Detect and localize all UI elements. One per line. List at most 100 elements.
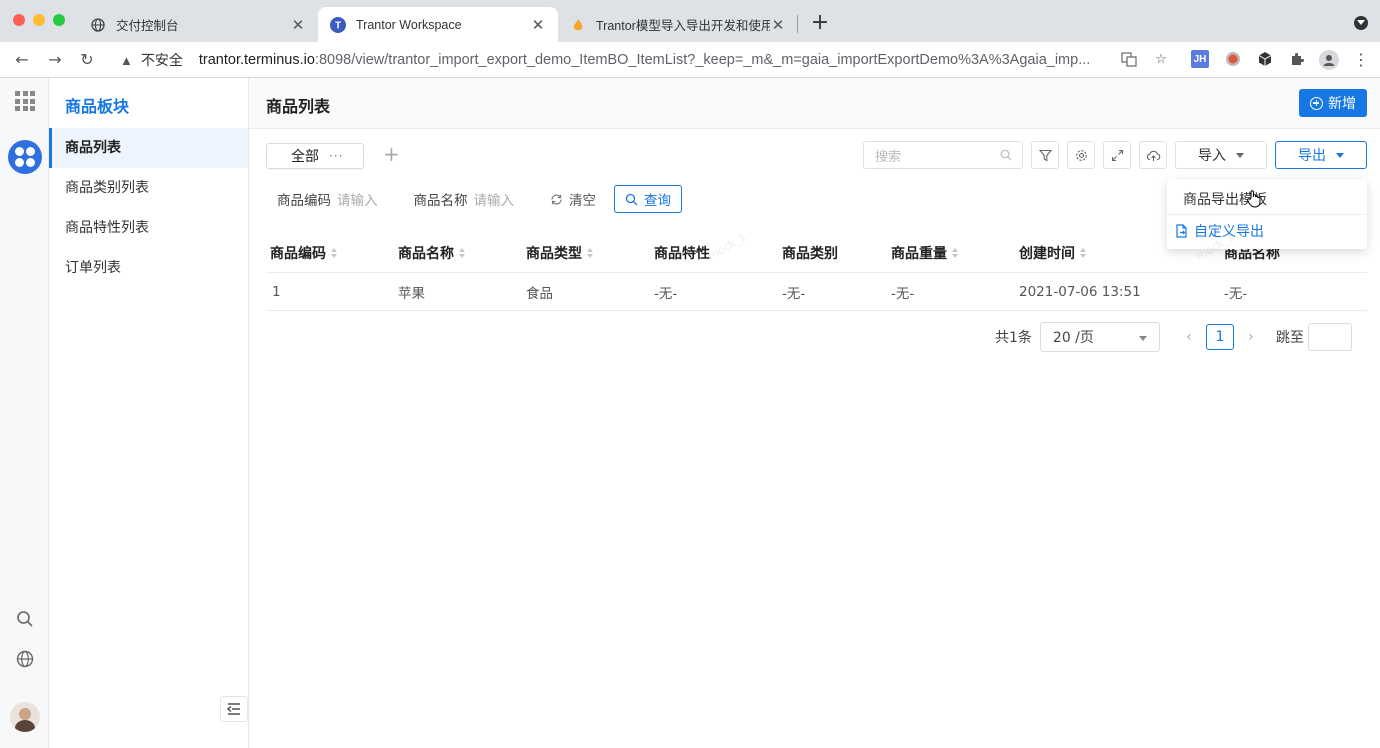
next-page-icon[interactable]: › xyxy=(1240,329,1262,345)
page-title: 商品列表 xyxy=(266,97,331,116)
prev-page-icon[interactable]: ‹ xyxy=(1178,329,1200,345)
table-row[interactable]: 1 苹果 食品 -无- -无- -无- 2021-07-06 13:51 -无- xyxy=(266,273,1367,311)
main-content: 商品列表 新增 全部 ··· + 搜索 导入 导出 商品编码 请输入 商品名称 … xyxy=(249,78,1380,748)
sidebar-item-order-list[interactable]: 订单列表 xyxy=(49,248,248,288)
caret-down-icon xyxy=(1236,152,1244,158)
plus-circle-icon xyxy=(1310,96,1323,110)
url-path: :8098/view/trantor_import_export_demo_It… xyxy=(314,52,1091,68)
browser-toolbar: ← → ↻ ▲ 不安全 trantor.terminus.io :8098/vi… xyxy=(0,42,1380,78)
tab-separator xyxy=(797,15,798,33)
settings-button[interactable] xyxy=(1067,141,1095,169)
new-button[interactable]: 新增 xyxy=(1299,89,1367,117)
search-icon xyxy=(625,193,638,205)
translate-icon[interactable] xyxy=(1120,50,1138,68)
forward-icon[interactable]: → xyxy=(45,50,65,70)
cell-weight: -无- xyxy=(891,285,915,302)
column-header-created-time[interactable]: 创建时间 xyxy=(1019,233,1086,272)
fullscreen-button[interactable] xyxy=(1103,141,1131,169)
collapse-sidebar-button[interactable] xyxy=(220,696,248,722)
more-icon[interactable]: ··· xyxy=(329,149,343,163)
page-number-current[interactable]: 1 xyxy=(1205,324,1234,350)
url-host: trantor.terminus.io xyxy=(198,52,315,68)
filter-code-input[interactable]: 请输入 xyxy=(337,189,378,209)
puzzle-extensions-icon[interactable] xyxy=(1288,50,1306,68)
cell-name: 苹果 xyxy=(398,285,425,302)
pagination: 共1条 20 /页 ‹ 1 › 跳至 xyxy=(995,322,1352,352)
sidebar-menu: 商品列表 商品类别列表 商品特性列表 订单列表 xyxy=(49,128,248,288)
maximize-window-button[interactable] xyxy=(53,14,65,26)
export-button[interactable]: 导出 xyxy=(1275,141,1367,169)
browser-menu-icon[interactable]: ⋮ xyxy=(1352,50,1370,69)
cell-name-2: -无- xyxy=(1224,285,1248,302)
cloud-icon xyxy=(1146,150,1160,161)
cell-feature: -无- xyxy=(654,285,678,302)
bookmark-star-icon[interactable]: ☆ xyxy=(1152,50,1170,68)
minimize-window-button[interactable] xyxy=(33,14,45,26)
sidebar-item-product-category-list[interactable]: 商品类别列表 xyxy=(49,168,248,208)
caret-down-icon xyxy=(1138,336,1147,341)
browser-tab-delivery-console[interactable]: 交付控制台 ✕ xyxy=(78,7,318,42)
record-extension-icon[interactable] xyxy=(1224,50,1242,68)
jump-label: 跳至 xyxy=(1275,330,1304,346)
sidebar-item-product-list[interactable]: 商品列表 xyxy=(49,128,248,168)
column-header-type[interactable]: 商品类型 xyxy=(526,233,593,272)
address-bar[interactable]: ▲ 不安全 trantor.terminus.io :8098/view/tra… xyxy=(112,46,1112,74)
browser-tab-trantor-workspace[interactable]: T Trantor Workspace ✕ xyxy=(318,7,558,42)
app-grid-icon[interactable] xyxy=(15,91,35,111)
filter-name-input[interactable]: 请输入 xyxy=(474,189,515,209)
import-button[interactable]: 导入 xyxy=(1175,141,1267,169)
column-header-weight[interactable]: 商品重量 xyxy=(891,233,958,272)
search-icon[interactable] xyxy=(16,610,34,628)
export-template-menu-item[interactable]: 商品导出模板 xyxy=(1167,182,1367,215)
close-tab-icon[interactable]: ✕ xyxy=(770,16,786,34)
trantor-icon: T xyxy=(330,16,346,33)
jump-page-input[interactable] xyxy=(1307,323,1352,351)
filter-icon xyxy=(1038,149,1052,161)
clear-button[interactable]: 清空 xyxy=(550,189,596,209)
export-file-icon xyxy=(1176,224,1187,238)
tab-title: Trantor模型导入导出开发和使用 xyxy=(596,19,770,33)
left-rail xyxy=(0,78,49,748)
export-dropdown-menu: 商品导出模板 自定义导出 xyxy=(1167,179,1367,249)
filter-button[interactable] xyxy=(1031,141,1059,169)
custom-export-menu-item[interactable]: 自定义导出 xyxy=(1167,214,1367,247)
sidebar-item-product-feature-list[interactable]: 商品特性列表 xyxy=(49,208,248,248)
module-title: 商品板块 xyxy=(65,97,130,116)
cell-category: -无- xyxy=(782,285,806,302)
browser-tab-trantor-docs[interactable]: Trantor模型导入导出开发和使用 ✕ xyxy=(558,7,798,42)
page-size-select[interactable]: 20 /页 xyxy=(1039,322,1160,352)
svg-text:T: T xyxy=(335,20,341,31)
custom-export-label: 自定义导出 xyxy=(1194,224,1264,240)
app-logo-icon[interactable] xyxy=(8,140,42,174)
user-avatar[interactable] xyxy=(10,702,40,732)
reload-icon[interactable]: ↻ xyxy=(77,50,97,70)
back-icon[interactable]: ← xyxy=(12,50,32,70)
tab-title: 交付控制台 xyxy=(116,19,179,33)
new-tab-button[interactable]: + xyxy=(808,10,832,35)
sort-icon xyxy=(587,247,593,258)
column-header-code[interactable]: 商品编码 xyxy=(270,233,337,272)
search-input[interactable]: 搜索 xyxy=(863,141,1023,169)
jh-extension-icon[interactable]: JH xyxy=(1191,50,1209,68)
tab-title: Trantor Workspace xyxy=(356,17,462,32)
close-tab-icon[interactable]: ✕ xyxy=(290,16,306,34)
close-window-button[interactable] xyxy=(13,14,25,26)
profile-icon[interactable] xyxy=(1319,50,1339,70)
add-view-button[interactable]: + xyxy=(383,142,400,166)
view-tab-label: 全部 xyxy=(291,149,319,165)
clear-button-label: 清空 xyxy=(569,193,596,209)
query-button[interactable]: 查询 xyxy=(614,185,682,213)
language-globe-icon[interactable] xyxy=(16,650,34,668)
column-header-name[interactable]: 商品名称 xyxy=(398,233,465,272)
cube-extension-icon[interactable] xyxy=(1256,50,1274,68)
view-tab-all[interactable]: 全部 ··· xyxy=(266,143,364,169)
globe-icon xyxy=(90,17,106,33)
column-header-category: 商品类别 xyxy=(782,245,838,262)
close-tab-icon[interactable]: ✕ xyxy=(530,16,546,34)
cell-created-time: 2021-07-06 13:51 xyxy=(1019,283,1141,300)
page-header: 商品列表 新增 xyxy=(249,78,1380,129)
tab-search-icon[interactable] xyxy=(1354,16,1368,30)
cloud-upload-button[interactable] xyxy=(1139,141,1167,169)
pagination-total: 共1条 xyxy=(995,330,1032,346)
browser-tab-bar: 交付控制台 ✕ T Trantor Workspace ✕ Trantor模型导… xyxy=(0,0,1380,42)
